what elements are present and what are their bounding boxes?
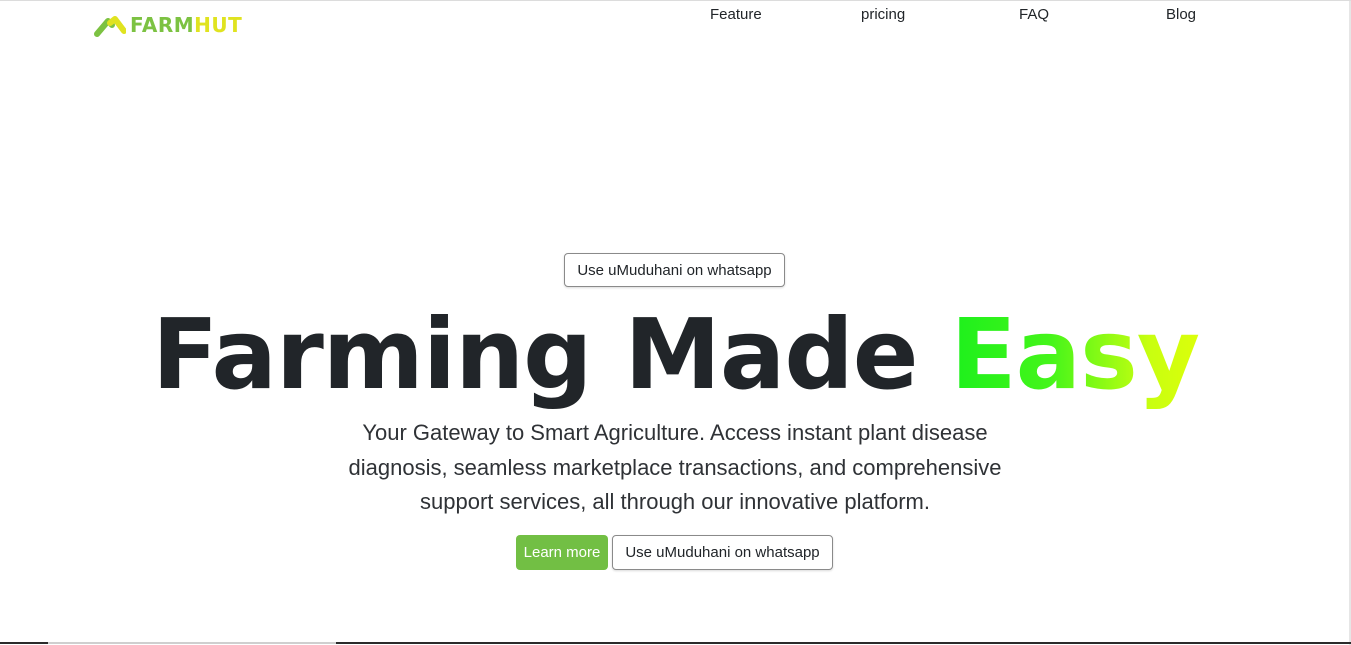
headline-main: Farming Made <box>151 298 951 411</box>
whatsapp-top-button[interactable]: Use uMuduhani on whatsapp <box>564 253 785 287</box>
nav-link-blog[interactable]: Blog <box>1166 6 1196 23</box>
headline-accent: Easy <box>950 298 1200 411</box>
hero-subtitle: Your Gateway to Smart Agriculture. Acces… <box>348 420 1002 514</box>
hero-headline: Farming Made Easy <box>0 297 1351 413</box>
whatsapp-button[interactable]: Use uMuduhani on whatsapp <box>612 535 833 570</box>
nav-link-faq[interactable]: FAQ <box>1019 6 1049 23</box>
nav-link-feature[interactable]: Feature <box>710 6 762 23</box>
learn-more-button[interactable]: Learn more <box>516 535 608 570</box>
nav-link-pricing[interactable]: pricing <box>861 6 905 23</box>
main-nav: Feature pricing FAQ Blog <box>0 6 1351 26</box>
